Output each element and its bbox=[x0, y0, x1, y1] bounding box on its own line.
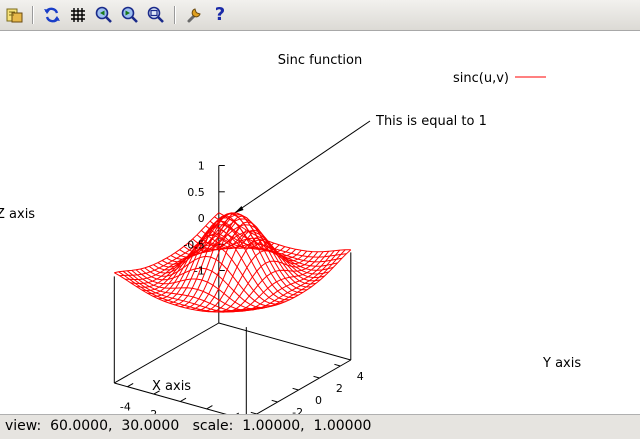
annotation-label: This is equal to 1 bbox=[375, 114, 487, 129]
x-tick bbox=[180, 397, 187, 402]
y-tick-label: 4 bbox=[357, 370, 364, 383]
z-axis-label: Z axis bbox=[0, 207, 35, 222]
chart-title: Sinc function bbox=[278, 53, 363, 68]
unzoom-icon[interactable] bbox=[145, 4, 167, 26]
z-tick-label: 0.5 bbox=[187, 186, 205, 199]
plot-area[interactable]: Sinc function sinc(u,v) This is equal to… bbox=[0, 31, 640, 414]
replot-icon[interactable] bbox=[41, 4, 63, 26]
zoom-next-icon[interactable] bbox=[119, 4, 141, 26]
export-icon[interactable] bbox=[4, 4, 26, 26]
annotation-arrow bbox=[234, 120, 371, 214]
y-tick-label: 2 bbox=[336, 382, 343, 395]
annotation-arrowhead bbox=[234, 206, 244, 213]
y-tick bbox=[271, 399, 278, 403]
y-tick bbox=[313, 375, 320, 379]
y-tick bbox=[334, 363, 341, 367]
x-axis-label: X axis bbox=[152, 379, 191, 394]
toolbar-separator bbox=[32, 6, 34, 24]
help-icon[interactable]: ? bbox=[209, 4, 231, 26]
status-bar: view: 60.0000, 30.0000 scale: 1.00000, 1… bbox=[0, 414, 640, 439]
surface-mesh-line bbox=[122, 270, 256, 313]
z-tick-label: -1 bbox=[194, 265, 205, 278]
zoom-prev-icon[interactable] bbox=[93, 4, 115, 26]
y-tick-label: 0 bbox=[315, 394, 322, 407]
y-tick-label: -2 bbox=[292, 406, 303, 414]
z-tick-label: -0.5 bbox=[183, 238, 204, 251]
x-tick-label: -4 bbox=[120, 401, 131, 414]
settings-icon[interactable] bbox=[183, 4, 205, 26]
z-tick-label: 1 bbox=[198, 160, 205, 173]
x-tick bbox=[127, 382, 134, 388]
surface-mesh-line bbox=[240, 249, 346, 311]
base-left-edge bbox=[114, 322, 220, 384]
grid-icon[interactable] bbox=[67, 4, 89, 26]
y-axis-label: Y axis bbox=[542, 356, 581, 371]
x-tick bbox=[206, 405, 213, 410]
surface-mesh-line bbox=[114, 272, 247, 313]
sinc-surface bbox=[114, 212, 352, 313]
legend-label: sinc(u,v) bbox=[453, 71, 509, 86]
help-glyph: ? bbox=[214, 4, 226, 25]
labels: Sinc function sinc(u,v) This is equal to… bbox=[0, 53, 581, 414]
status-view-text: view: 60.0000, 30.0000 scale: 1.00000, 1… bbox=[5, 418, 372, 434]
y-tick bbox=[292, 387, 299, 391]
toolbar-separator bbox=[174, 6, 176, 24]
z-tick-label: 0 bbox=[198, 212, 205, 225]
base-back-edge bbox=[218, 322, 351, 361]
toolbar: ? bbox=[0, 0, 640, 31]
